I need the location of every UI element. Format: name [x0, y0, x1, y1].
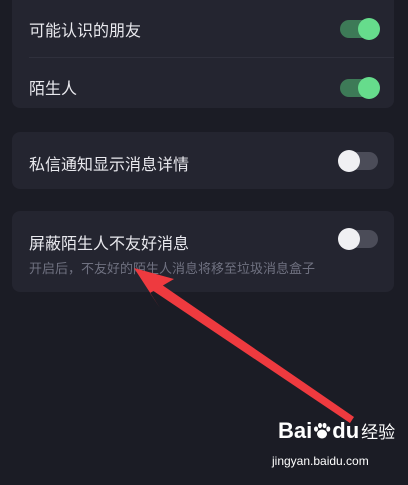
toggle-knob [338, 150, 360, 172]
toggle-knob [338, 228, 360, 250]
toggle-knob [358, 77, 380, 99]
people-you-may-know-toggle[interactable] [340, 18, 380, 40]
arrow-shaft [146, 278, 354, 423]
settings-group-notifications: 私信通知显示消息详情 [12, 132, 394, 189]
strangers-toggle[interactable] [340, 77, 380, 99]
watermark-brand-suffix: 经验 [361, 423, 396, 442]
setting-row-strangers[interactable]: 陌生人 [12, 58, 394, 115]
toggle-knob [358, 18, 380, 40]
dm-notification-details-toggle[interactable] [338, 150, 378, 172]
settings-group-filter: 屏蔽陌生人不友好消息 开启后，不友好的陌生人消息将移至垃圾消息盒子 [12, 211, 394, 292]
setting-row-block-unfriendly-messages[interactable]: 屏蔽陌生人不友好消息 开启后，不友好的陌生人消息将移至垃圾消息盒子 [12, 211, 394, 292]
watermark-logo-text: Bai [278, 418, 313, 443]
setting-row-dm-notification-details[interactable]: 私信通知显示消息详情 [12, 132, 394, 189]
watermark-logo-text-2: du [332, 418, 360, 443]
setting-label: 私信通知显示消息详情 [29, 155, 190, 174]
watermark-url: jingyan.baidu.com [272, 454, 369, 468]
settings-page: 可能认识的朋友 陌生人 私信通知显示消息详情 屏蔽陌生人不友好消息 开启后，不友… [0, 0, 408, 485]
setting-label: 可能认识的朋友 [29, 21, 142, 40]
block-unfriendly-messages-toggle[interactable] [338, 228, 378, 250]
watermark-logo: Bai du 经验 [278, 418, 395, 444]
setting-label: 陌生人 [29, 79, 78, 98]
paw-icon [314, 422, 331, 439]
setting-row-people-you-may-know[interactable]: 可能认识的朋友 [12, 0, 394, 57]
setting-description: 开启后，不友好的陌生人消息将移至垃圾消息盒子 [29, 262, 316, 277]
settings-group-recommendations: 可能认识的朋友 陌生人 [12, 0, 394, 108]
setting-label: 屏蔽陌生人不友好消息 [29, 234, 190, 253]
baidu-jingyan-watermark: Bai du 经验 jingyan.baidu.com [272, 418, 395, 474]
